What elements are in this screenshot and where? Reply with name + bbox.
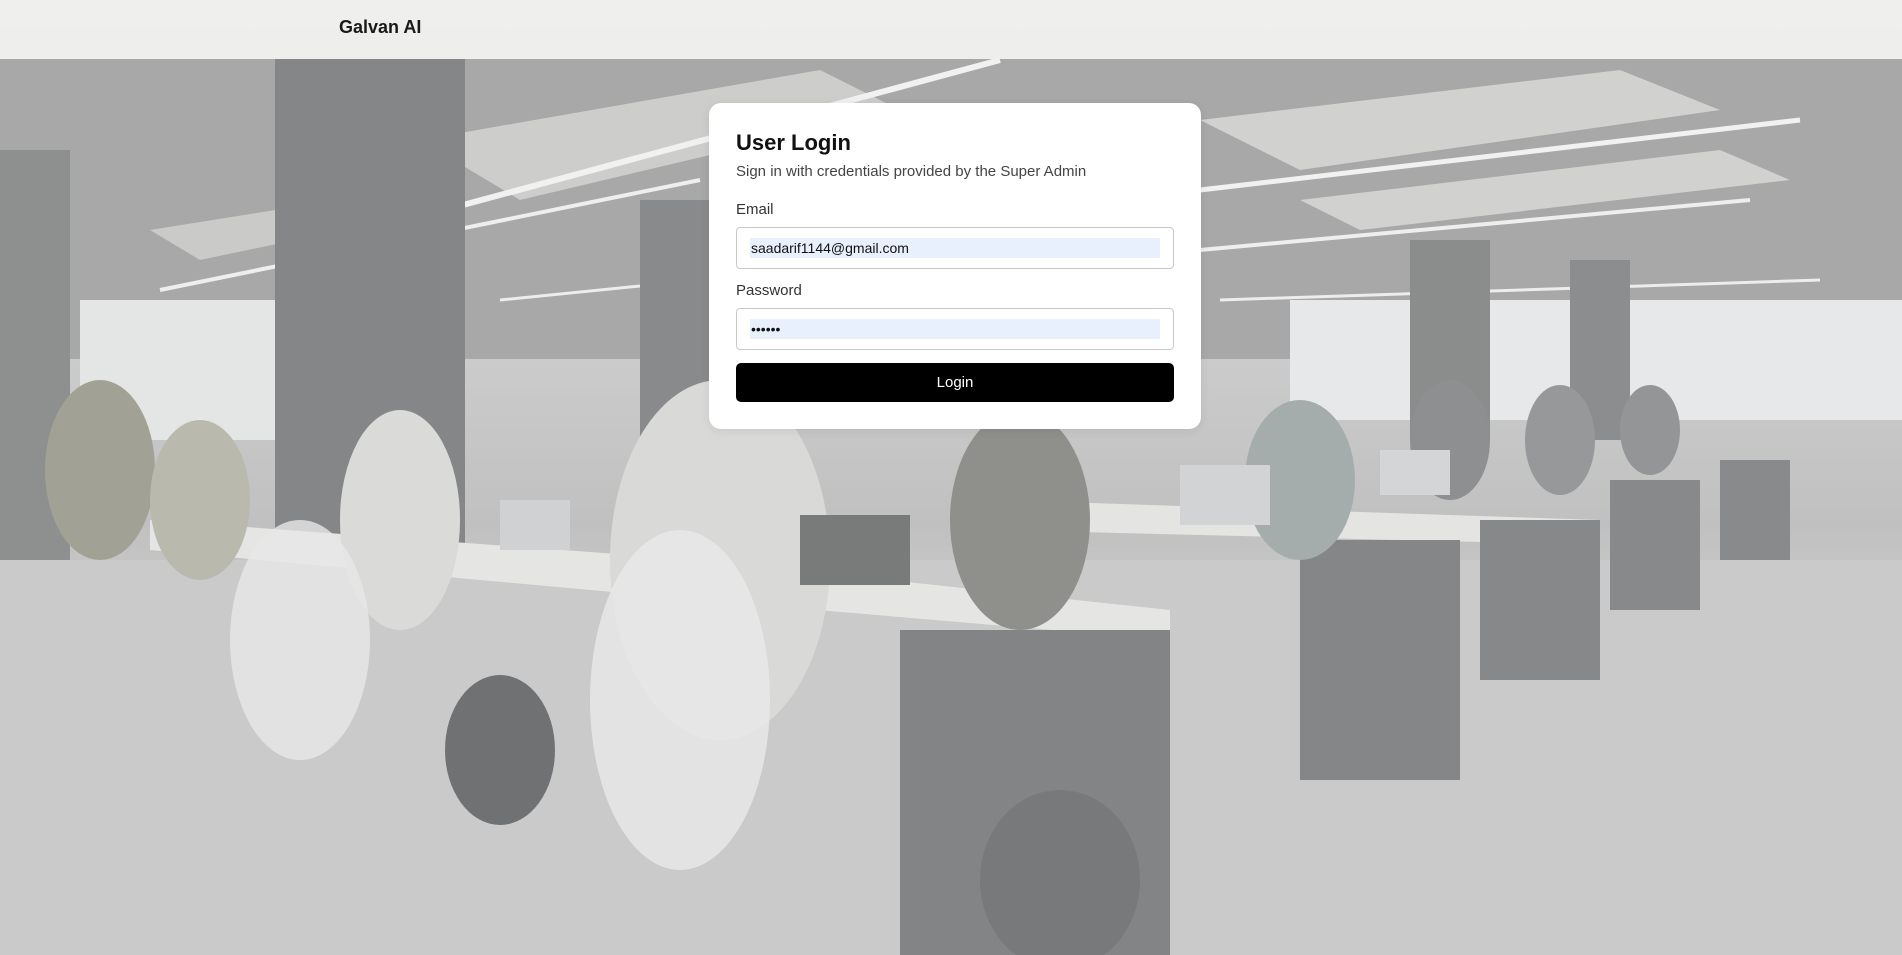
top-navbar: Galvan AI [0, 0, 1902, 59]
email-input[interactable] [750, 238, 1160, 258]
login-button[interactable]: Login [736, 363, 1174, 402]
login-subtitle: Sign in with credentials provided by the… [736, 163, 1087, 180]
login-card: User Login Sign in with credentials prov… [709, 103, 1201, 429]
email-field[interactable] [736, 227, 1174, 269]
password-input[interactable] [750, 319, 1160, 339]
password-field[interactable] [736, 308, 1174, 350]
password-label: Password [736, 282, 802, 299]
page-title: User Login [736, 130, 851, 155]
email-label: Email [736, 201, 774, 218]
brand-logo-text[interactable]: Galvan AI [339, 17, 421, 38]
